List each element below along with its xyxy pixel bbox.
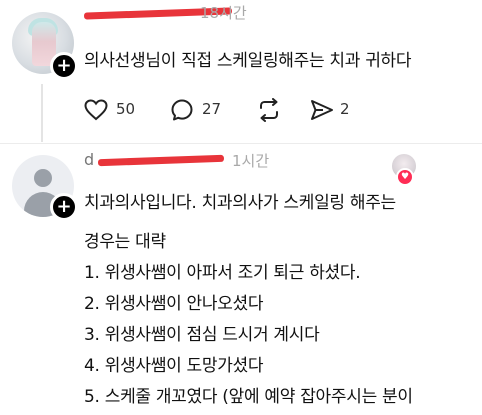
post2-list-item: 3. 위생사쌤이 점심 드시거 계시다 [84, 325, 320, 345]
thread-connector-line [41, 84, 43, 142]
post2-text-line: 치과의사입니다. 치과의사가 스케일링 해주는 [84, 193, 396, 213]
follow-plus-icon[interactable]: + [50, 52, 78, 80]
heart-icon [84, 99, 108, 121]
post2-list-item: 1. 위생사쌤이 아파서 조기 퇴근 하셨다. [84, 263, 361, 283]
send-icon [311, 100, 333, 120]
post2-username-redacted[interactable] [97, 154, 225, 167]
share-count: 2 [340, 100, 350, 118]
post2-list-item: 2. 위생사쌤이 안나오셨다 [84, 294, 264, 314]
heart-badge-icon: ♥ [396, 168, 414, 186]
follow-plus-icon[interactable]: + [50, 193, 78, 221]
post2-list-item: 4. 위생사쌤이 도망가셨다 [84, 356, 264, 376]
post1-text: 의사선생님이 직접 스케일링해주는 치과 귀하다 [84, 51, 412, 71]
repost-button[interactable] [256, 97, 286, 125]
comment-icon [171, 99, 193, 121]
repost-icon [260, 98, 278, 122]
post2-text-line: 경우는 대략 [84, 232, 166, 252]
like-count: 50 [116, 100, 136, 118]
post2-list-item: 5. 스케줄 개꼬였다 (앞에 예약 잡아주시는 분이 [84, 387, 413, 407]
share-button[interactable]: 2 [310, 97, 360, 125]
post1-timestamp: 18시간 [200, 4, 247, 22]
post2-timestamp: 1시간 [232, 152, 270, 170]
post1-actions: 50 27 2 [84, 97, 384, 125]
reply-count: 27 [202, 100, 222, 118]
post2-username-prefix[interactable]: d [84, 150, 94, 169]
divider [0, 143, 482, 144]
reply-button[interactable]: 27 [170, 97, 230, 125]
like-button[interactable]: 50 [84, 97, 144, 125]
